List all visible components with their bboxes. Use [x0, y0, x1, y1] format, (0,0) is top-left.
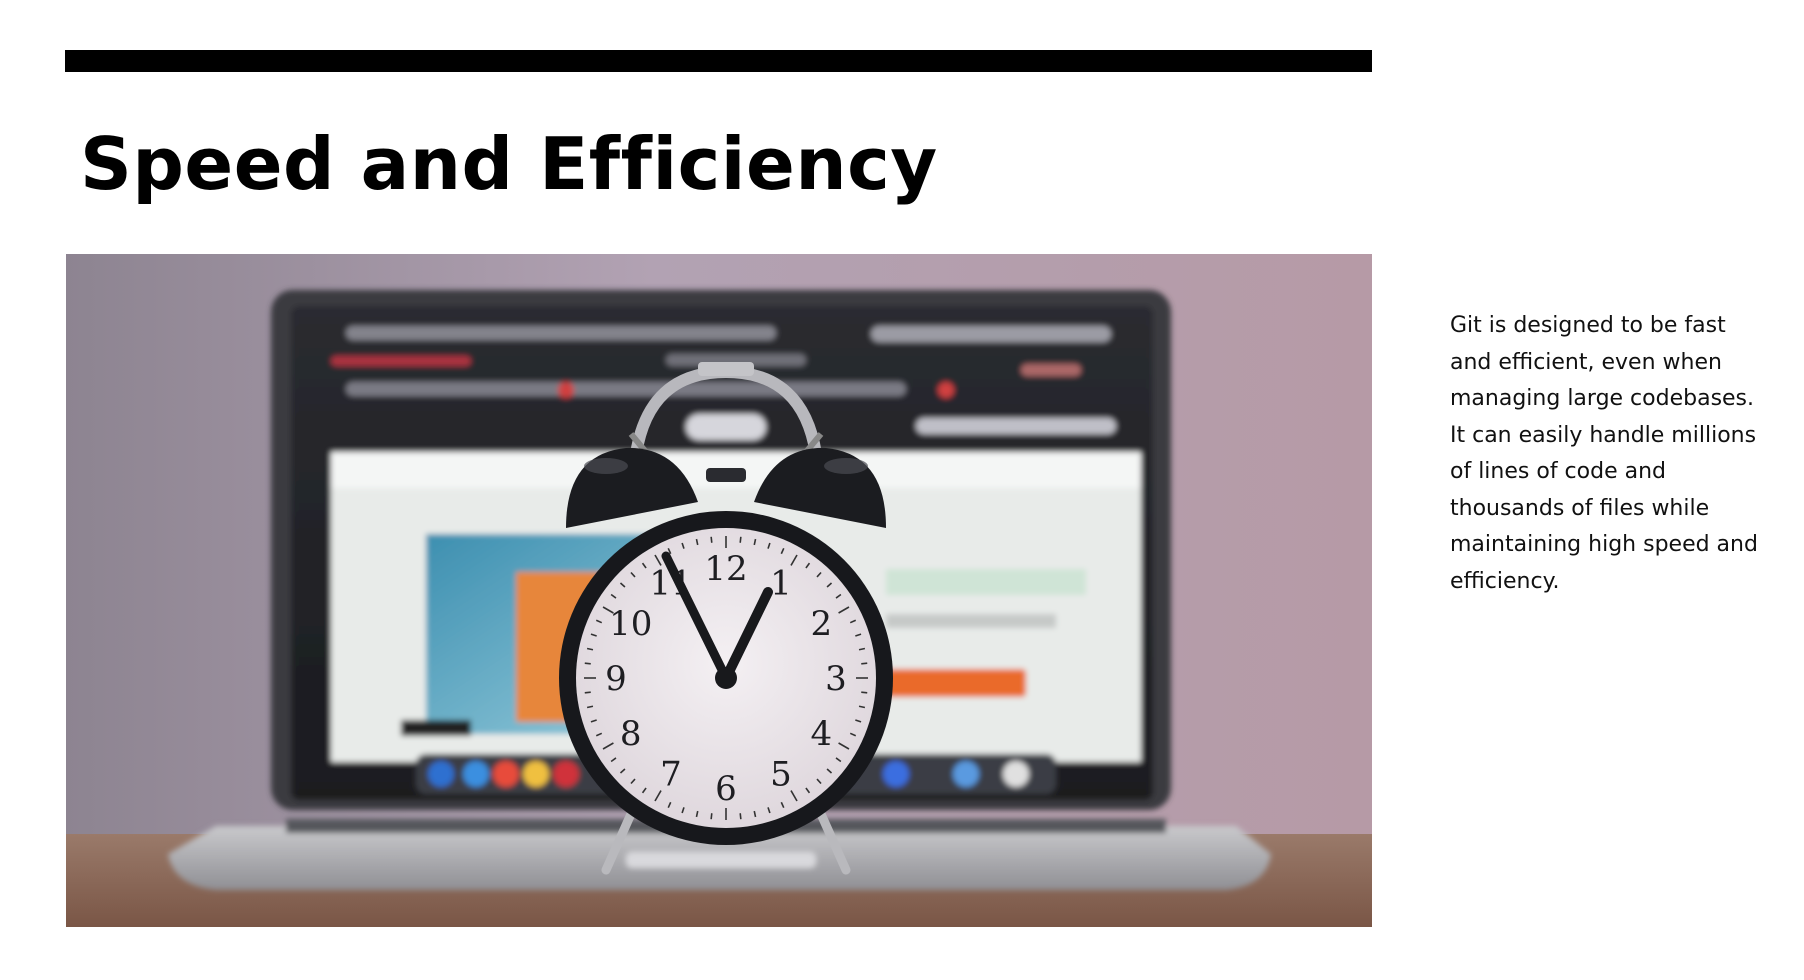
clock-numeral: 9: [605, 659, 627, 699]
clock-numeral: 1: [770, 564, 792, 604]
slide-title: Speed and Efficiency: [80, 122, 938, 206]
clock-tick: [739, 536, 742, 543]
clock-numeral: 7: [660, 754, 682, 794]
clock-numeral: 6: [715, 769, 737, 809]
clock-numeral: 8: [620, 714, 642, 754]
clock-tick: [739, 813, 742, 820]
clock-tick: [710, 813, 713, 820]
clock-tick: [861, 662, 868, 665]
clock-tick: [584, 662, 591, 665]
slide-body-text: Git is designed to be fast and efficient…: [1450, 313, 1758, 594]
clock-numeral: 3: [825, 659, 847, 699]
title-accent-bar: [65, 50, 1372, 72]
clock-tick: [584, 691, 591, 694]
clock-numeral: 5: [770, 754, 792, 794]
clock-numeral: 10: [609, 604, 652, 644]
clock-tick: [861, 691, 868, 694]
clock-numeral: 12: [704, 549, 747, 589]
clock-laptop-photo: 12 1 2 3 4 5 6 7 8 9 10 11: [66, 254, 1372, 927]
clock-numeral: 4: [810, 714, 832, 754]
clock-tick: [710, 536, 713, 543]
slide: Speed and Efficiency 12 1 2 3 4 5 6 7 8 …: [0, 0, 1804, 980]
clock-numeral: 2: [810, 604, 832, 644]
